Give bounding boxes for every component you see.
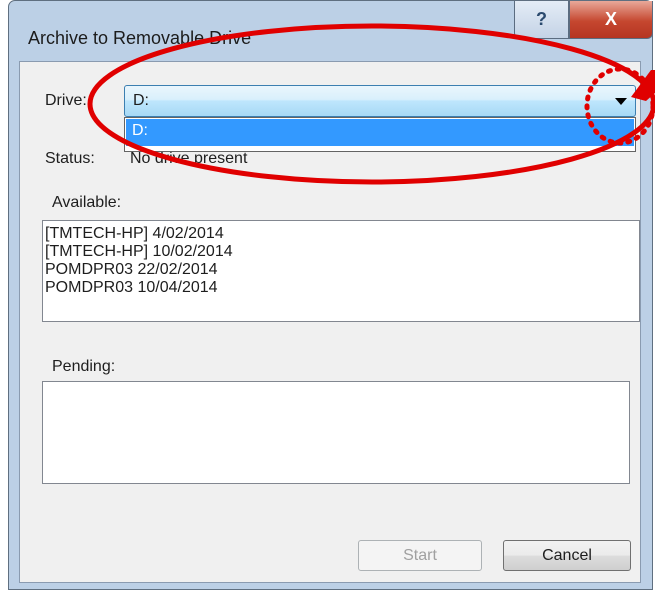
window-title: Archive to Removable Drive: [28, 28, 252, 48]
drive-selected-value: D:: [133, 92, 149, 109]
pending-listbox[interactable]: [42, 381, 630, 484]
drive-dropdown-list: D:: [124, 117, 636, 152]
close-button[interactable]: X: [569, 1, 653, 39]
close-icon: X: [604, 9, 617, 29]
help-button[interactable]: ?: [514, 1, 569, 39]
cancel-button[interactable]: Cancel: [503, 540, 631, 571]
list-item[interactable]: POMDPR03 10/04/2014: [43, 279, 639, 297]
status-label: Status:: [45, 150, 95, 167]
chevron-down-icon[interactable]: [615, 98, 627, 105]
drive-combobox[interactable]: D:: [124, 85, 636, 117]
available-listbox[interactable]: [TMTECH-HP] 4/02/2014 [TMTECH-HP] 10/02/…: [42, 220, 640, 322]
list-item[interactable]: [TMTECH-HP] 4/02/2014: [43, 225, 639, 243]
help-icon: ?: [536, 9, 547, 29]
available-label: Available:: [52, 194, 122, 211]
dialog-body: Drive: Status: No drive present D: D: Av…: [19, 61, 641, 583]
title-bar[interactable]: Archive to Removable Drive ? X: [9, 1, 653, 61]
drive-label: Drive:: [45, 92, 87, 109]
dialog-window: Archive to Removable Drive ? X Drive: St…: [8, 0, 653, 590]
list-item[interactable]: POMDPR03 22/02/2014: [43, 261, 639, 279]
status-value: No drive present: [130, 150, 248, 167]
list-item[interactable]: [TMTECH-HP] 10/02/2014: [43, 243, 639, 261]
drive-option[interactable]: D:: [126, 119, 634, 146]
start-button[interactable]: Start: [358, 540, 482, 571]
pending-label: Pending:: [52, 358, 116, 375]
